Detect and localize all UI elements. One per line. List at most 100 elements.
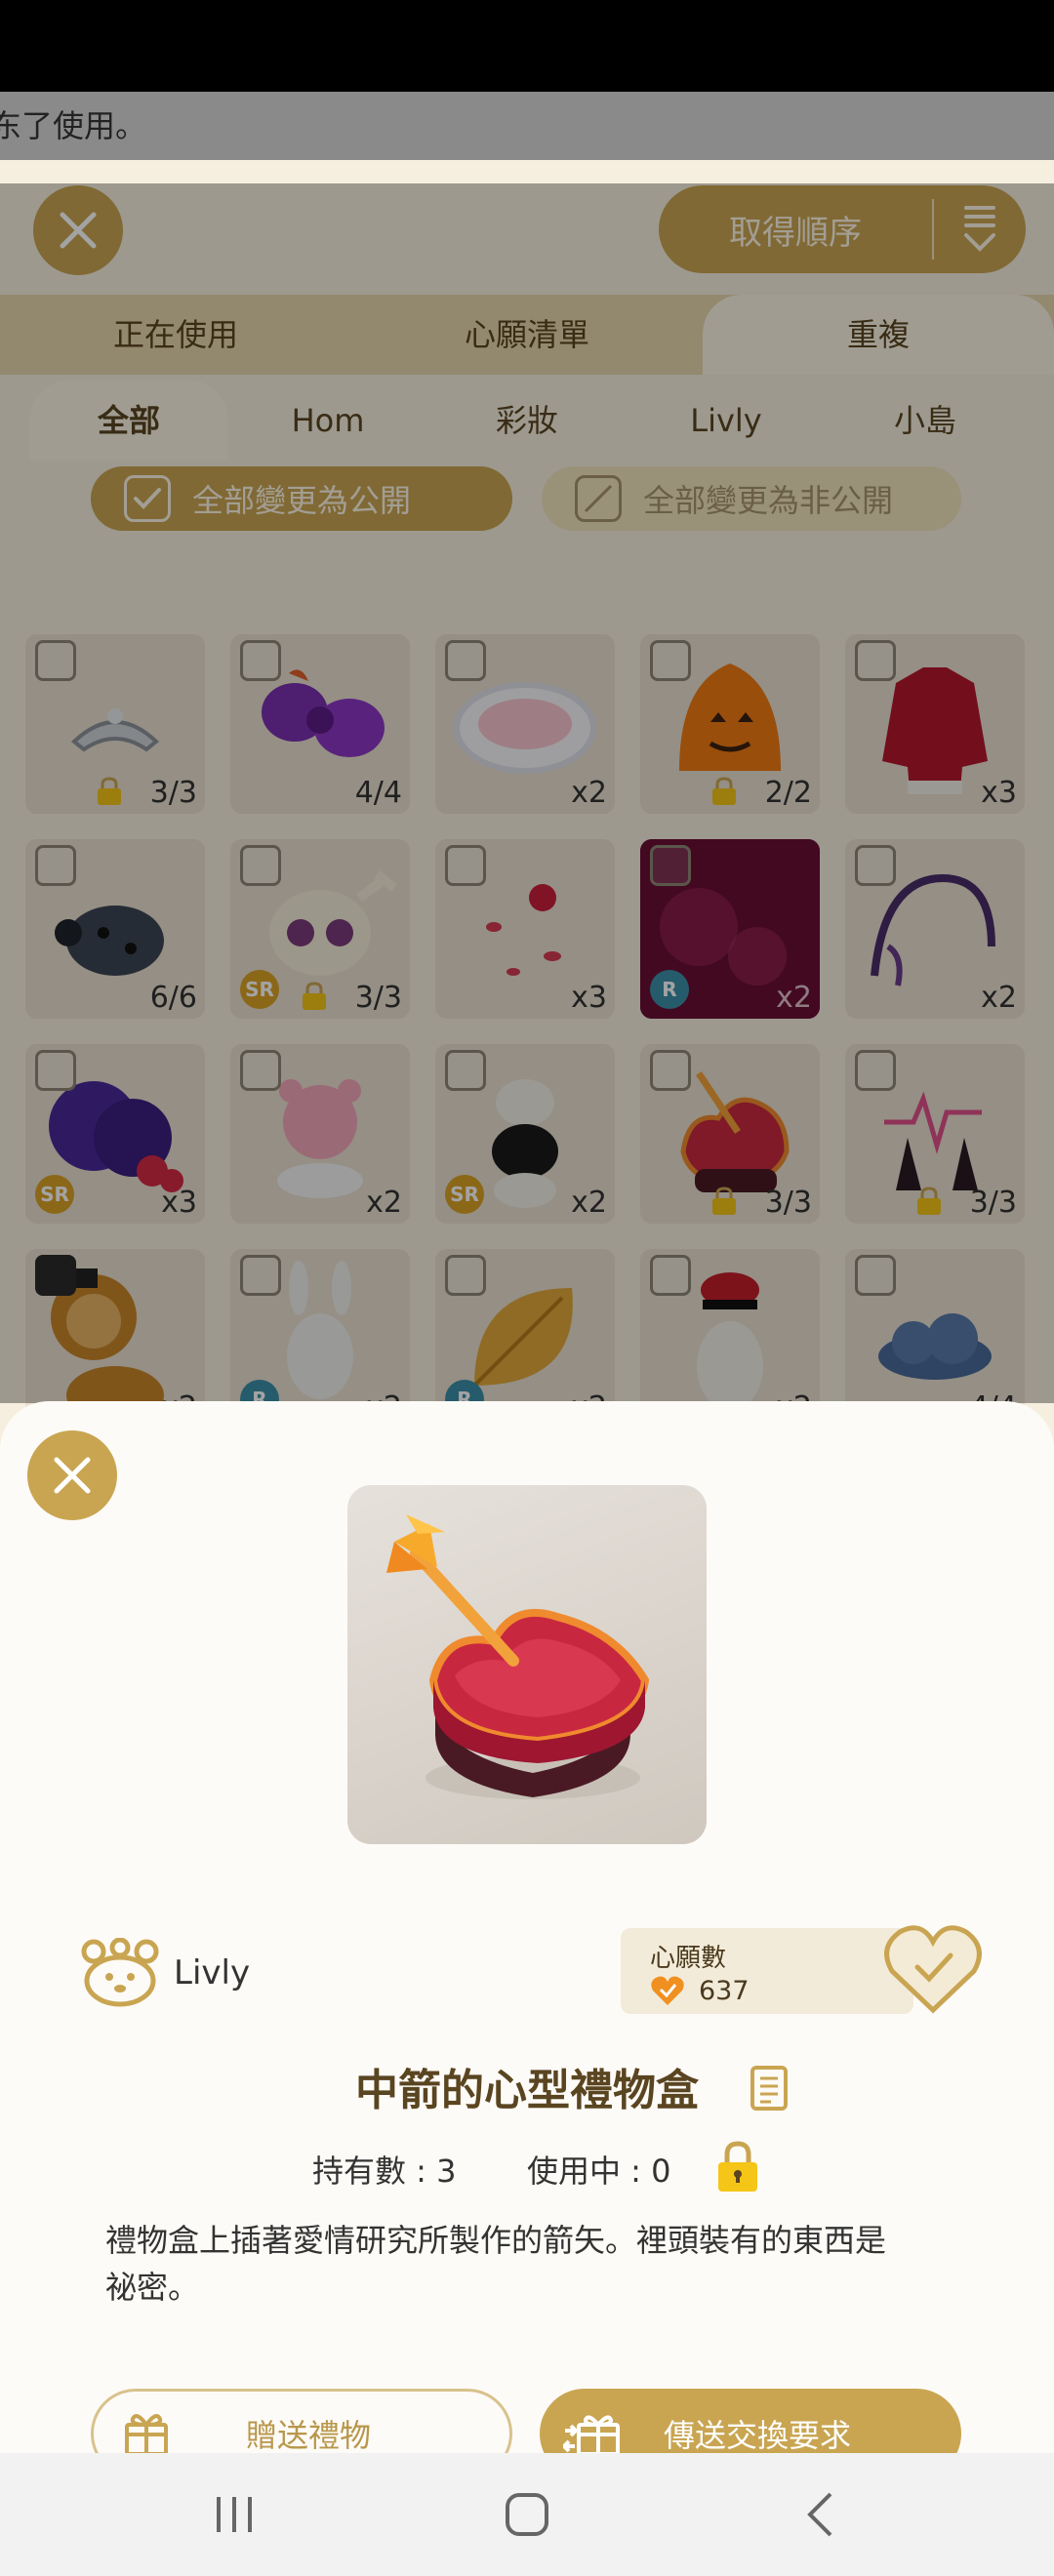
item-count: 3/3 — [764, 1186, 812, 1220]
item-public-checkbox[interactable] — [855, 640, 896, 681]
system-navigation-bar — [0, 2453, 1054, 2576]
item-count: x3 — [571, 981, 607, 1015]
item-count: 2/2 — [764, 776, 812, 810]
item-public-checkbox[interactable] — [445, 1255, 486, 1296]
heart-badge-icon — [651, 1976, 684, 2005]
grid-item-red-coat[interactable]: x3 — [845, 634, 1025, 814]
item-public-checkbox[interactable] — [445, 640, 486, 681]
lock-icon — [917, 1187, 941, 1215]
inventory-screen: 东了使用。 取得順序 正在使用 心願清單 重複 全部 Hom 彩妝 Livly … — [0, 92, 1054, 2453]
item-public-checkbox[interactable] — [855, 1255, 896, 1296]
tab-wishlist[interactable]: 心願清單 — [351, 295, 703, 375]
grid-item-arrow-heart-box[interactable]: 3/3 — [640, 1044, 820, 1224]
arrow-heart-gift-box-image — [386, 1514, 650, 1799]
item-public-checkbox[interactable] — [445, 1050, 486, 1091]
make-all-public-button[interactable]: 全部變更為公開 — [91, 466, 512, 531]
item-preview-image — [347, 1485, 707, 1844]
recent-apps-button[interactable] — [205, 2486, 264, 2543]
item-public-checkbox[interactable] — [35, 845, 76, 886]
lock-icon — [98, 777, 121, 805]
grid-item-pink-heartbeat-ears[interactable]: 3/3 — [845, 1044, 1025, 1224]
grid-item-rose-petals[interactable]: x3 — [435, 839, 615, 1019]
send-trade-request-button[interactable]: 傳送交換要求 — [540, 2389, 961, 2453]
grid-item-skull-hat[interactable]: SR 3/3 — [230, 839, 410, 1019]
toast-message: 东了使用。 — [0, 92, 1054, 160]
item-count: 4/4 — [354, 776, 402, 810]
item-public-checkbox[interactable] — [650, 845, 691, 886]
grid-item-magenta-wallpaper[interactable]: Rx2 — [640, 839, 820, 1019]
item-public-checkbox[interactable] — [855, 845, 896, 886]
brand-name: Livly — [174, 1953, 251, 1992]
owned-count: 持有數 : 3 — [312, 2153, 457, 2190]
item-public-checkbox[interactable] — [650, 640, 691, 681]
close-icon — [54, 1457, 91, 1494]
item-public-checkbox[interactable] — [445, 845, 486, 886]
grid-item-pumpkin-hat[interactable]: 2/2 — [640, 634, 820, 814]
tab-island[interactable]: 小島 — [826, 381, 1025, 461]
item-public-checkbox[interactable] — [240, 1255, 281, 1296]
grid-item-purple-bow[interactable]: 4/4 — [230, 634, 410, 814]
item-public-checkbox[interactable] — [855, 1050, 896, 1091]
in-use-count: 使用中 : 0 — [527, 2153, 671, 2190]
item-count: 3/3 — [149, 776, 197, 810]
make-all-private-button[interactable]: 全部變更為非公開 — [542, 466, 961, 531]
tab-in-use[interactable]: 正在使用 — [0, 295, 351, 375]
primary-tabs: 正在使用 心願清單 重複 — [0, 295, 1054, 375]
item-public-checkbox[interactable] — [240, 640, 281, 681]
tab-makeup[interactable]: 彩妝 — [427, 381, 627, 461]
checked-box-icon — [124, 475, 171, 522]
item-description: 禮物盒上插著愛情研究所製作的箭矢。裡頭裝有的東西是祕密。 — [105, 2222, 887, 2306]
grid-item-silver-tiara[interactable]: 3/3 — [25, 634, 205, 814]
grid-item-ladybug[interactable]: 6/6 — [25, 839, 205, 1019]
wishlist-count-value-row: 637 — [650, 1975, 750, 2006]
item-count: x2 — [571, 1186, 607, 1220]
document-icon[interactable] — [750, 2065, 789, 2112]
grid-item-rose-bush[interactable]: SR x3 — [25, 1044, 205, 1224]
rarity-badge: SR — [240, 970, 279, 1009]
item-public-checkbox[interactable] — [650, 1255, 691, 1296]
visibility-row: 全部變更為公開 全部變更為非公開 — [0, 466, 1054, 546]
item-public-checkbox[interactable] — [35, 1050, 76, 1091]
tab-duplicates[interactable]: 重複 — [703, 295, 1054, 375]
make-all-public-label: 全部變更為公開 — [192, 482, 412, 519]
item-count: x3 — [981, 776, 1017, 810]
close-button[interactable] — [33, 185, 123, 275]
detail-close-button[interactable] — [27, 1430, 117, 1520]
sort-order-button[interactable]: 取得順序 — [659, 185, 1026, 273]
add-to-wishlist-heart-icon[interactable] — [882, 1922, 984, 2016]
lock-icon — [303, 982, 326, 1010]
unchecked-box-icon — [575, 475, 622, 522]
recent-apps-icon — [217, 2497, 252, 2532]
lock-icon — [712, 777, 736, 805]
item-count: x2 — [366, 1186, 402, 1220]
grid-item-pink-bear-stool[interactable]: x2 — [230, 1044, 410, 1224]
item-count: x3 — [161, 1186, 197, 1220]
item-count: x2 — [981, 981, 1017, 1015]
item-public-checkbox[interactable] — [240, 1050, 281, 1091]
category-tabs: 全部 Hom 彩妝 Livly 小島 — [0, 381, 1054, 461]
item-count: 3/3 — [354, 981, 402, 1015]
wishlist-count-widget: 心願數 637 — [621, 1925, 982, 2016]
item-public-checkbox[interactable] — [650, 1050, 691, 1091]
grid-item-pink-bathtub[interactable]: x2 — [435, 634, 615, 814]
grid-item-thorn-vine[interactable]: x2 — [845, 839, 1025, 1019]
grid-item-black-white-cat[interactable]: SR x2 — [435, 1044, 615, 1224]
send-gift-button[interactable]: 贈送禮物 — [91, 2389, 512, 2453]
home-button[interactable] — [496, 2486, 558, 2543]
item-detail-sheet: Livly 心願數 637 中箭的心型禮物盒 持有數 : 3 使用中 : 0 禮… — [0, 1401, 1054, 2453]
item-public-checkbox[interactable] — [240, 845, 281, 886]
tab-hom[interactable]: Hom — [228, 381, 427, 461]
item-title: 中箭的心型禮物盒 — [355, 2066, 699, 2115]
tab-all[interactable]: 全部 — [29, 381, 228, 461]
rarity-badge: R — [650, 970, 689, 1009]
item-public-checkbox[interactable] — [35, 1255, 76, 1296]
item-count: x2 — [571, 776, 607, 810]
back-icon — [807, 2492, 832, 2537]
item-public-checkbox[interactable] — [35, 640, 76, 681]
gift-icon — [107, 2411, 185, 2453]
tab-livly[interactable]: Livly — [627, 381, 826, 461]
wishlist-count-value: 637 — [699, 1975, 750, 2006]
lock-icon[interactable] — [714, 2141, 761, 2194]
back-button[interactable] — [800, 2486, 839, 2543]
home-icon — [506, 2493, 548, 2536]
